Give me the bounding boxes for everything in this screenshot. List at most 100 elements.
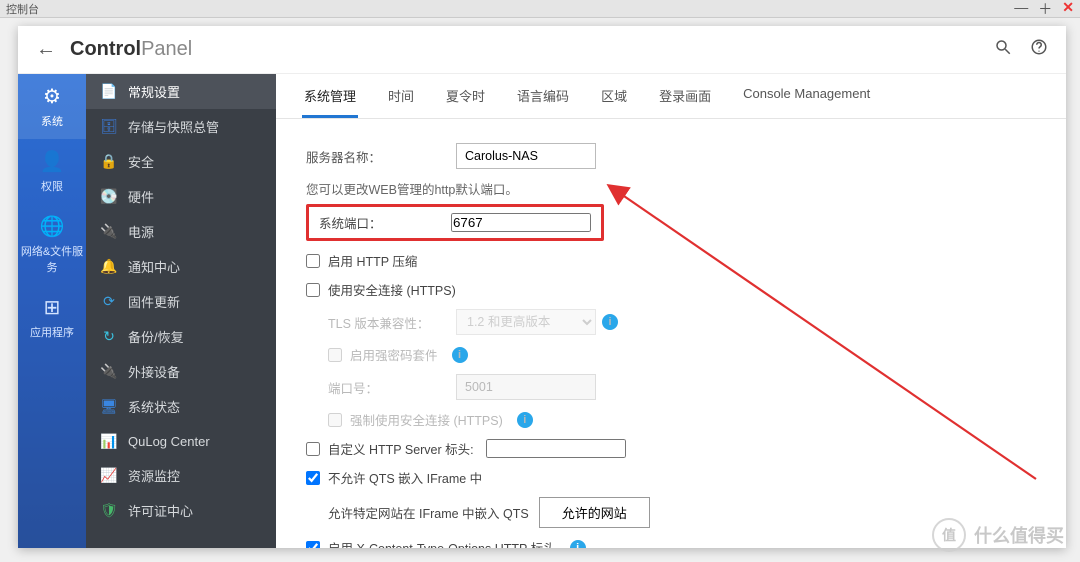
- tab-0[interactable]: 系统管理: [302, 74, 358, 118]
- sidenav-label: 电源: [128, 222, 154, 241]
- port-hint: 您可以更改WEB管理的http默认端口。: [306, 179, 1036, 198]
- custom-header-checkbox[interactable]: [306, 442, 320, 456]
- sidenav-icon: ↻: [100, 328, 118, 346]
- sidenav-icon: 🔌: [100, 363, 118, 381]
- sidenav-item-9[interactable]: 🖥 系统状态: [86, 389, 276, 424]
- sidenav-label: 系统状态: [128, 397, 180, 416]
- rail-icon: ⊞: [18, 295, 86, 320]
- rail-icon: ⚙: [18, 84, 86, 109]
- custom-header-input[interactable]: [486, 439, 626, 458]
- no-iframe-label: 不允许 QTS 嵌入 IFrame 中: [328, 468, 482, 487]
- window-minimize-icon[interactable]: —: [1014, 0, 1028, 19]
- rail-item-1[interactable]: 👤 权限: [18, 139, 86, 204]
- sidenav-icon: 🔌: [100, 223, 118, 241]
- sidenav-icon: ⟳: [100, 293, 118, 311]
- tab-2[interactable]: 夏令时: [444, 74, 487, 118]
- sidenav-label: 许可证中心: [128, 501, 193, 520]
- rail-label: 应用程序: [30, 327, 74, 339]
- info-icon[interactable]: i: [602, 314, 618, 330]
- window-close-icon[interactable]: ✕: [1062, 0, 1074, 19]
- window-title: 控制台: [6, 1, 39, 17]
- tab-1[interactable]: 时间: [386, 74, 416, 118]
- sidenav-label: 存储与快照总管: [128, 117, 219, 136]
- window-maximize-icon[interactable]: ＋: [1038, 0, 1052, 19]
- page-title: ControlPanel: [70, 38, 192, 61]
- sidenav-item-1[interactable]: 🗄 存储与快照总管: [86, 109, 276, 144]
- panel-header: ← ControlPanel: [18, 26, 1066, 74]
- tls-label: TLS 版本兼容性：: [328, 313, 456, 332]
- sidenav-label: 固件更新: [128, 292, 180, 311]
- sidenav-item-3[interactable]: 💽 硬件: [86, 179, 276, 214]
- page-title-strong: Control: [70, 38, 141, 60]
- sidenav-icon: 🛡: [100, 502, 118, 520]
- sidenav-label: QuLog Center: [128, 434, 210, 449]
- control-panel-window: ← ControlPanel ⚙系统 👤 权限 🌐 网络&文件服务 ⊞ 应用程序 📄 常规设置…: [18, 26, 1066, 548]
- rail-icon: 👤: [18, 149, 86, 174]
- info-icon[interactable]: i: [452, 347, 468, 363]
- sidenav-item-2[interactable]: 🔒安全: [86, 144, 276, 179]
- sidenav-item-12[interactable]: 🛡 许可证中心: [86, 493, 276, 528]
- http-compress-label: 启用 HTTP 压缩: [328, 251, 417, 270]
- sidenav-item-8[interactable]: 🔌 外接设备: [86, 354, 276, 389]
- sidenav-icon: 💽: [100, 188, 118, 206]
- tab-6[interactable]: Console Management: [741, 74, 872, 118]
- rail-item-3[interactable]: ⊞ 应用程序: [18, 285, 86, 350]
- info-icon[interactable]: i: [570, 540, 586, 549]
- xcto-label: 启用 X-Content-Type-Options HTTP 标头: [328, 538, 556, 548]
- tls-select: 1.2 和更高版本: [456, 309, 596, 335]
- iframe-allow-button[interactable]: 允许的网站: [539, 497, 650, 528]
- force-https-label: 强制使用安全连接 (HTTPS): [350, 410, 503, 429]
- sidenav-item-11[interactable]: 📈 资源监控: [86, 458, 276, 493]
- sidenav-item-0[interactable]: 📄 常规设置: [86, 74, 276, 109]
- sidenav-icon: 📈: [100, 467, 118, 485]
- rail-item-2[interactable]: 🌐 网络&文件服务: [18, 204, 86, 285]
- sidenav-label: 常规设置: [128, 82, 180, 101]
- rail-label: 权限: [41, 181, 63, 193]
- sidenav-icon: 🔒: [100, 153, 118, 171]
- sidenav-label: 备份/恢复: [128, 327, 184, 346]
- system-port-label: 系统端口：: [319, 213, 451, 232]
- tab-4[interactable]: 区域: [599, 74, 629, 118]
- sidenav-icon: 📄: [100, 83, 118, 101]
- info-icon[interactable]: i: [517, 412, 533, 428]
- sidenav-label: 通知中心: [128, 257, 180, 276]
- sidenav-label: 外接设备: [128, 362, 180, 381]
- https-port-input: [456, 374, 596, 400]
- sidenav-item-5[interactable]: 🔔 通知中心: [86, 249, 276, 284]
- sidenav-icon: 🗄: [100, 118, 118, 136]
- system-port-highlight: 系统端口：: [306, 204, 604, 241]
- category-rail: ⚙系统 👤 权限 🌐 网络&文件服务 ⊞ 应用程序: [18, 74, 86, 548]
- sidenav-item-4[interactable]: 🔌 电源: [86, 214, 276, 249]
- xcto-checkbox[interactable]: [306, 541, 320, 549]
- strong-cipher-label: 启用强密码套件: [350, 345, 438, 364]
- help-icon[interactable]: [1030, 38, 1048, 61]
- back-icon[interactable]: ←: [36, 38, 56, 61]
- rail-label: 网络&文件服务: [21, 246, 83, 274]
- https-port-label: 端口号：: [328, 378, 456, 397]
- sidenav-icon: 🔔: [100, 258, 118, 276]
- system-port-input[interactable]: [451, 213, 591, 232]
- custom-header-label: 自定义 HTTP Server 标头:: [328, 439, 474, 458]
- sidenav-item-7[interactable]: ↻ 备份/恢复: [86, 319, 276, 354]
- sidenav-icon: 📊: [100, 432, 118, 450]
- rail-icon: 🌐: [18, 214, 86, 239]
- https-enable-checkbox[interactable]: [306, 283, 320, 297]
- side-nav: 📄 常规设置 🗄 存储与快照总管 🔒安全 💽 硬件 🔌 电源 🔔 通知中心 ⟳ 固件更新 ↻ 备份/恢复 🔌 外…: [86, 74, 276, 548]
- rail-item-0[interactable]: ⚙系统: [18, 74, 86, 139]
- tab-5[interactable]: 登录画面: [657, 74, 713, 118]
- sidenav-item-6[interactable]: ⟳ 固件更新: [86, 284, 276, 319]
- search-icon[interactable]: [994, 38, 1012, 61]
- iframe-allow-text: 允许特定网站在 IFrame 中嵌入 QTS: [328, 503, 529, 522]
- sidenav-icon: 🖥: [100, 398, 118, 416]
- server-name-input[interactable]: [456, 143, 596, 169]
- strong-cipher-checkbox: [328, 348, 342, 362]
- sidenav-item-10[interactable]: 📊 QuLog Center: [86, 424, 276, 458]
- http-compress-checkbox[interactable]: [306, 254, 320, 268]
- main-area: 系统管理时间夏令时语言编码区域登录画面 Console Management 服务…: [276, 74, 1066, 548]
- page-title-thin: Panel: [141, 38, 192, 60]
- content-pane: 服务器名称： 您可以更改WEB管理的http默认端口。 系统端口： 启用 HTT…: [276, 119, 1066, 548]
- tab-3[interactable]: 语言编码: [515, 74, 571, 118]
- sidenav-label: 硬件: [128, 187, 154, 206]
- no-iframe-checkbox[interactable]: [306, 471, 320, 485]
- sidenav-label: 资源监控: [128, 466, 180, 485]
